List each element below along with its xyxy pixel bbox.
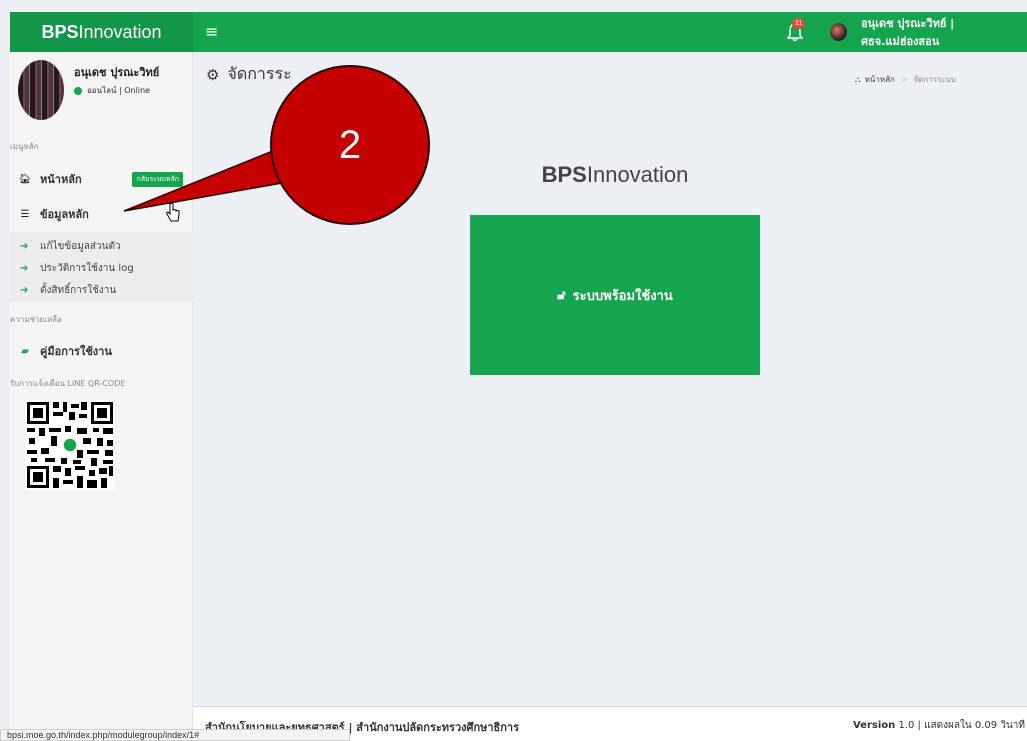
- back-to-main-badge[interactable]: กลับระบบหลัก: [132, 171, 183, 187]
- annotation-callout: 2: [270, 65, 430, 225]
- breadcrumb: ⛬ หน้าหลัก > จัดการระบบ: [855, 73, 956, 86]
- sidebar-user-name: อนุเดช ปุรณะวิทย์: [74, 66, 160, 79]
- submenu-item-label: ประวัติการใช้งาน log: [40, 262, 134, 274]
- home-icon: 🏠︎: [18, 173, 32, 185]
- online-dot-icon: [74, 86, 82, 95]
- submenu-item-edit-profile[interactable]: ➔ แก้ไขข้อมูลส่วนตัว: [10, 238, 193, 254]
- page-title: ⚙ จัดการระ: [206, 62, 292, 87]
- section-help: ความช่วยเหลือ: [10, 315, 62, 324]
- sitemap-icon: ⛬: [855, 74, 861, 84]
- sidebar-item-manual-label: คู่มือการใช้งาน: [40, 345, 112, 358]
- top-navbar: BPSInnovation ≡ 11 อนุเดช ปุรณะวิทย์ | ศ…: [10, 12, 1027, 52]
- submenu: ➔ แก้ไขข้อมูลส่วนตัว ➔ ประวัติการใช้งาน …: [10, 232, 193, 302]
- avatar: [18, 60, 64, 120]
- sidebar-item-home-label: หน้าหลัก: [40, 173, 82, 186]
- brand-heading: BPSInnovation: [470, 162, 760, 188]
- section-main-menu: เมนูหลัก: [10, 142, 39, 151]
- sign-in-icon: ➔: [20, 262, 29, 274]
- logo-rest: Innovation: [78, 22, 162, 42]
- submenu-item-permissions[interactable]: ➔ ตั้งสิทธิ์การใช้งาน: [10, 282, 193, 298]
- page-title-text: จัดการระ: [227, 64, 292, 83]
- sidebar-item-master-data-label: ข้อมูลหลัก: [40, 208, 89, 221]
- notification-count-badge: 11: [792, 18, 806, 29]
- breadcrumb-separator: >: [900, 75, 908, 84]
- unlock-icon: 🔓︎: [557, 287, 566, 303]
- browser-status-url: bpsi.moe.go.th/index.php/modulegroup/ind…: [0, 729, 350, 741]
- online-status-text: ออนไลน์ | Online: [87, 86, 151, 95]
- user-panel: อนุเดช ปุรณะวิทย์ ออนไลน์ | Online: [10, 52, 193, 122]
- book-icon: ▰: [21, 345, 29, 357]
- sidebar: อนุเดช ปุรณะวิทย์ ออนไลน์ | Online เมนูห…: [10, 52, 193, 741]
- submenu-item-usage-log[interactable]: ➔ ประวัติการใช้งาน log: [10, 260, 193, 276]
- sidebar-item-home[interactable]: 🏠︎ หน้าหลัก กลับระบบหลัก: [10, 170, 193, 188]
- annotation-number: 2: [338, 122, 362, 167]
- breadcrumb-home-link[interactable]: หน้าหลัก: [865, 73, 895, 86]
- logo-bold: BPS: [41, 22, 79, 42]
- breadcrumb-current: จัดการระบบ: [913, 75, 956, 84]
- sign-in-icon: ➔: [20, 240, 29, 252]
- system-ready-label: ระบบพร้อมใช้งาน: [572, 288, 673, 304]
- user-menu[interactable]: อนุเดช ปุรณะวิทย์ | ศธจ.แม่ฮ่องสอน: [830, 12, 1027, 52]
- section-line-qr: รับการแจ้งเตือน LINE QR-CODE: [10, 379, 126, 388]
- footer-version: Version 1.0 | แสดงผลใน 0.09 วินาที: [853, 718, 1025, 733]
- system-ready-button[interactable]: 🔓︎ ระบบพร้อมใช้งาน: [470, 215, 760, 375]
- online-status: ออนไลน์ | Online: [74, 84, 150, 97]
- brand-bold: BPS: [541, 162, 587, 187]
- line-qr-code: [25, 400, 115, 490]
- app-logo[interactable]: BPSInnovation: [10, 12, 193, 52]
- sidebar-item-manual[interactable]: ▰ คู่มือการใช้งาน: [10, 342, 193, 360]
- header-avatar: [830, 23, 848, 41]
- hand-cursor-icon: [166, 203, 180, 222]
- submenu-item-label: แก้ไขข้อมูลส่วนตัว: [40, 240, 121, 252]
- brand-rest: Innovation: [586, 162, 689, 187]
- sign-in-icon: ➔: [20, 284, 29, 296]
- gears-icon: ⚙: [206, 65, 220, 84]
- submenu-item-label: ตั้งสิทธิ์การใช้งาน: [40, 284, 117, 296]
- sidebar-toggle-button[interactable]: ≡: [205, 12, 218, 52]
- list-icon: ☰: [20, 208, 30, 220]
- header-user-label: อนุเดช ปุรณะวิทย์ | ศธจ.แม่ฮ่องสอน: [861, 17, 955, 48]
- version-info: 1.0 | แสดงผลใน 0.09 วินาที: [895, 720, 1025, 731]
- version-label: Version: [852, 720, 896, 731]
